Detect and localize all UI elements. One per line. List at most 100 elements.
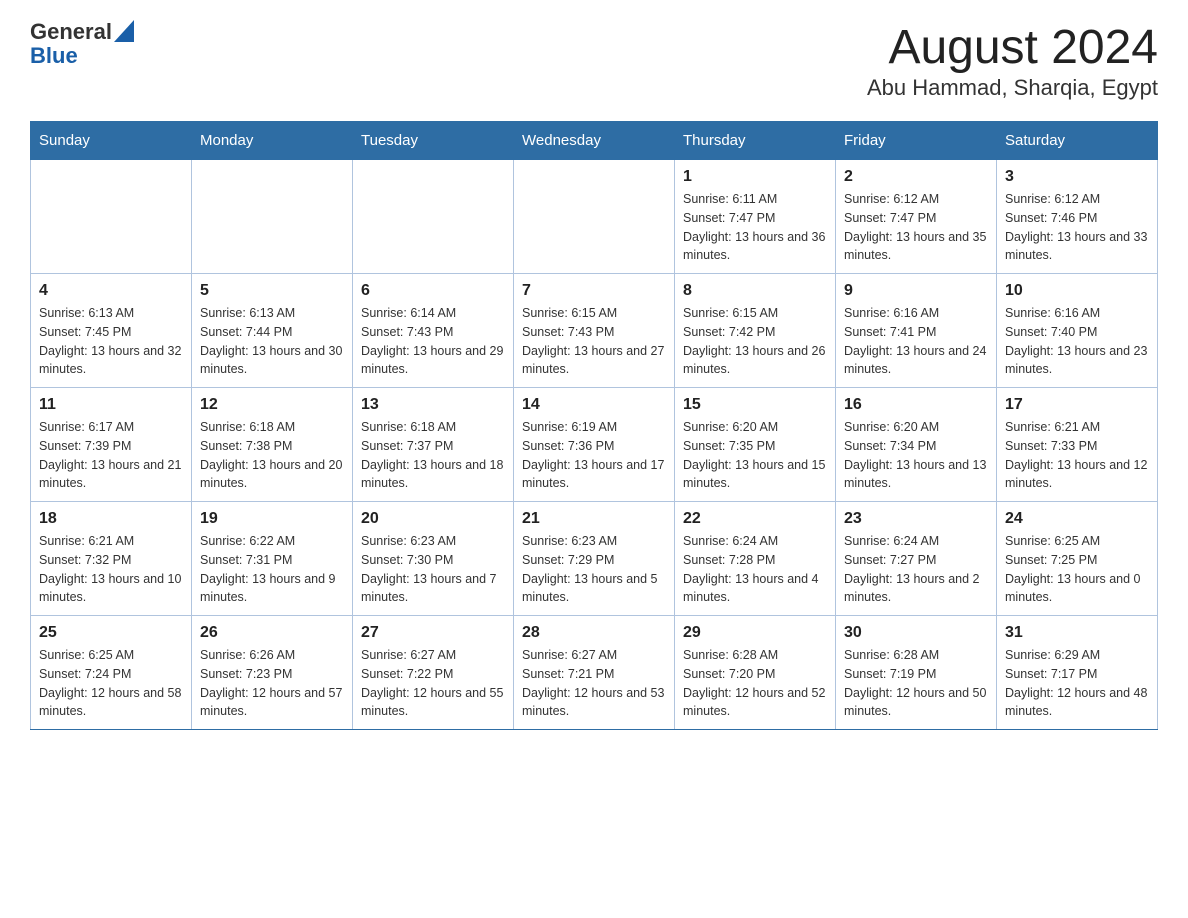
day-number: 17: [1005, 396, 1149, 414]
weekday-header-monday: Monday: [192, 122, 353, 160]
day-number: 26: [200, 624, 344, 642]
day-info: Sunrise: 6:16 AM Sunset: 7:40 PM Dayligh…: [1005, 304, 1149, 379]
day-info: Sunrise: 6:14 AM Sunset: 7:43 PM Dayligh…: [361, 304, 505, 379]
calendar-cell: 13Sunrise: 6:18 AM Sunset: 7:37 PM Dayli…: [353, 388, 514, 502]
weekday-header-sunday: Sunday: [31, 122, 192, 160]
location-title: Abu Hammad, Sharqia, Egypt: [867, 75, 1158, 101]
day-info: Sunrise: 6:24 AM Sunset: 7:28 PM Dayligh…: [683, 532, 827, 607]
day-info: Sunrise: 6:21 AM Sunset: 7:32 PM Dayligh…: [39, 532, 183, 607]
day-info: Sunrise: 6:27 AM Sunset: 7:21 PM Dayligh…: [522, 646, 666, 721]
calendar-cell: 31 Sunrise: 6:29 AM Sunset: 7:17 PM Dayli…: [997, 616, 1158, 730]
day-info: Sunrise: 6:12 AM Sunset: 7:47 PM Dayligh…: [844, 190, 988, 265]
calendar-cell: 9 Sunrise: 6:16 AM Sunset: 7:41 PM Daylig…: [836, 274, 997, 388]
weekday-header-row: SundayMondayTuesdayWednesdayThursdayFrid…: [31, 122, 1158, 160]
day-info: Sunrise: 6:13 AM Sunset: 7:44 PM Dayligh…: [200, 304, 344, 379]
day-info: Sunrise: 6:15 AM Sunset: 7:42 PM Dayligh…: [683, 304, 827, 379]
week-row-4: 18 Sunrise: 6:21 AM Sunset: 7:32 PM Dayli…: [31, 502, 1158, 616]
day-number: 24: [1005, 510, 1149, 528]
day-info: Sunrise: 6:26 AM Sunset: 7:23 PM Dayligh…: [200, 646, 344, 721]
calendar-cell: 28 Sunrise: 6:27 AM Sunset: 7:21 PM Dayli…: [514, 616, 675, 730]
day-number: 7: [522, 282, 666, 300]
week-row-2: 4 Sunrise: 6:13 AM Sunset: 7:45 PM Daylig…: [31, 274, 1158, 388]
calendar-cell: 29 Sunrise: 6:28 AM Sunset: 7:20 PM Dayli…: [675, 616, 836, 730]
calendar-cell: 26 Sunrise: 6:26 AM Sunset: 7:23 PM Dayli…: [192, 616, 353, 730]
day-info: Sunrise: 6:20 AM Sunset: 7:35 PM Dayligh…: [683, 418, 827, 493]
calendar-cell: 10 Sunrise: 6:16 AM Sunset: 7:40 PM Dayli…: [997, 274, 1158, 388]
day-info: Sunrise: 6:20 AM Sunset: 7:34 PM Dayligh…: [844, 418, 988, 493]
day-number: 12: [200, 396, 344, 414]
week-row-5: 25 Sunrise: 6:25 AM Sunset: 7:24 PM Dayli…: [31, 616, 1158, 730]
day-info: Sunrise: 6:23 AM Sunset: 7:29 PM Dayligh…: [522, 532, 666, 607]
week-row-1: 1Sunrise: 6:11 AM Sunset: 7:47 PM Daylig…: [31, 160, 1158, 274]
day-number: 2: [844, 168, 988, 186]
day-number: 11: [39, 396, 183, 414]
day-number: 23: [844, 510, 988, 528]
calendar-cell: 25 Sunrise: 6:25 AM Sunset: 7:24 PM Dayli…: [31, 616, 192, 730]
calendar-cell: 6 Sunrise: 6:14 AM Sunset: 7:43 PM Daylig…: [353, 274, 514, 388]
calendar-cell: [31, 160, 192, 274]
title-block: August 2024 Abu Hammad, Sharqia, Egypt: [867, 20, 1158, 101]
day-number: 3: [1005, 168, 1149, 186]
day-number: 19: [200, 510, 344, 528]
day-number: 18: [39, 510, 183, 528]
calendar-cell: 17Sunrise: 6:21 AM Sunset: 7:33 PM Dayli…: [997, 388, 1158, 502]
month-title: August 2024: [867, 20, 1158, 75]
logo-triangle-icon: [114, 20, 134, 42]
day-number: 15: [683, 396, 827, 414]
day-number: 21: [522, 510, 666, 528]
calendar-cell: [192, 160, 353, 274]
day-info: Sunrise: 6:25 AM Sunset: 7:24 PM Dayligh…: [39, 646, 183, 721]
day-number: 20: [361, 510, 505, 528]
calendar-cell: 2 Sunrise: 6:12 AM Sunset: 7:47 PM Daylig…: [836, 160, 997, 274]
day-number: 22: [683, 510, 827, 528]
calendar-cell: 22 Sunrise: 6:24 AM Sunset: 7:28 PM Dayli…: [675, 502, 836, 616]
day-number: 14: [522, 396, 666, 414]
calendar-cell: 11 Sunrise: 6:17 AM Sunset: 7:39 PM Dayli…: [31, 388, 192, 502]
day-info: Sunrise: 6:28 AM Sunset: 7:20 PM Dayligh…: [683, 646, 827, 721]
calendar-cell: 5Sunrise: 6:13 AM Sunset: 7:44 PM Daylig…: [192, 274, 353, 388]
day-info: Sunrise: 6:12 AM Sunset: 7:46 PM Dayligh…: [1005, 190, 1149, 265]
day-number: 29: [683, 624, 827, 642]
logo-blue-text: Blue: [30, 44, 134, 68]
calendar-cell: 7Sunrise: 6:15 AM Sunset: 7:43 PM Daylig…: [514, 274, 675, 388]
day-info: Sunrise: 6:11 AM Sunset: 7:47 PM Dayligh…: [683, 190, 827, 265]
day-info: Sunrise: 6:27 AM Sunset: 7:22 PM Dayligh…: [361, 646, 505, 721]
day-number: 6: [361, 282, 505, 300]
day-info: Sunrise: 6:28 AM Sunset: 7:19 PM Dayligh…: [844, 646, 988, 721]
calendar-cell: 8Sunrise: 6:15 AM Sunset: 7:42 PM Daylig…: [675, 274, 836, 388]
weekday-header-thursday: Thursday: [675, 122, 836, 160]
calendar-cell: 4 Sunrise: 6:13 AM Sunset: 7:45 PM Daylig…: [31, 274, 192, 388]
calendar-cell: 14 Sunrise: 6:19 AM Sunset: 7:36 PM Dayli…: [514, 388, 675, 502]
day-info: Sunrise: 6:13 AM Sunset: 7:45 PM Dayligh…: [39, 304, 183, 379]
calendar-cell: 24 Sunrise: 6:25 AM Sunset: 7:25 PM Dayli…: [997, 502, 1158, 616]
calendar-table: SundayMondayTuesdayWednesdayThursdayFrid…: [30, 121, 1158, 730]
day-info: Sunrise: 6:22 AM Sunset: 7:31 PM Dayligh…: [200, 532, 344, 607]
day-info: Sunrise: 6:17 AM Sunset: 7:39 PM Dayligh…: [39, 418, 183, 493]
day-info: Sunrise: 6:24 AM Sunset: 7:27 PM Dayligh…: [844, 532, 988, 607]
weekday-header-wednesday: Wednesday: [514, 122, 675, 160]
day-number: 28: [522, 624, 666, 642]
calendar-cell: 12 Sunrise: 6:18 AM Sunset: 7:38 PM Dayli…: [192, 388, 353, 502]
day-number: 27: [361, 624, 505, 642]
week-row-3: 11 Sunrise: 6:17 AM Sunset: 7:39 PM Dayli…: [31, 388, 1158, 502]
day-info: Sunrise: 6:18 AM Sunset: 7:38 PM Dayligh…: [200, 418, 344, 493]
day-number: 10: [1005, 282, 1149, 300]
day-info: Sunrise: 6:29 AM Sunset: 7:17 PM Dayligh…: [1005, 646, 1149, 721]
day-info: Sunrise: 6:23 AM Sunset: 7:30 PM Dayligh…: [361, 532, 505, 607]
day-info: Sunrise: 6:18 AM Sunset: 7:37 PM Dayligh…: [361, 418, 505, 493]
day-info: Sunrise: 6:25 AM Sunset: 7:25 PM Dayligh…: [1005, 532, 1149, 607]
day-number: 25: [39, 624, 183, 642]
weekday-header-saturday: Saturday: [997, 122, 1158, 160]
logo: General Blue: [30, 20, 134, 68]
calendar-cell: 3 Sunrise: 6:12 AM Sunset: 7:46 PM Daylig…: [997, 160, 1158, 274]
day-number: 9: [844, 282, 988, 300]
day-info: Sunrise: 6:16 AM Sunset: 7:41 PM Dayligh…: [844, 304, 988, 379]
day-info: Sunrise: 6:19 AM Sunset: 7:36 PM Dayligh…: [522, 418, 666, 493]
day-number: 31: [1005, 624, 1149, 642]
page-header: General Blue August 2024 Abu Hammad, Sha…: [30, 20, 1158, 101]
logo-general-text: General: [30, 20, 112, 44]
calendar-cell: 23 Sunrise: 6:24 AM Sunset: 7:27 PM Dayli…: [836, 502, 997, 616]
day-number: 4: [39, 282, 183, 300]
day-number: 16: [844, 396, 988, 414]
calendar-cell: 27 Sunrise: 6:27 AM Sunset: 7:22 PM Dayli…: [353, 616, 514, 730]
